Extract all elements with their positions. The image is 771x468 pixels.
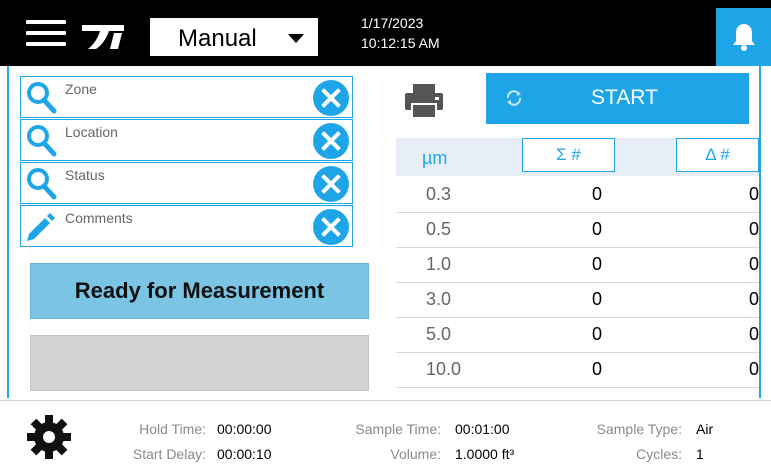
cumulative-count-header[interactable]: Σ # — [522, 138, 615, 172]
ready-label: Ready for Measurement — [74, 278, 325, 303]
date-text: 1/17/2023 — [361, 15, 424, 31]
mode-label: Manual — [178, 25, 257, 52]
volume-value: 1.0000 ft³ — [455, 446, 515, 462]
gear-icon[interactable] — [25, 413, 73, 461]
header-bar: Manual 1/17/2023 10:12:15 AM — [0, 0, 771, 66]
hold-time-label: Hold Time: — [139, 421, 206, 437]
start-delay-value: 00:00:10 — [217, 446, 272, 462]
cycles-value: 1 — [696, 446, 704, 462]
status-placeholder: Status — [65, 167, 105, 183]
table-row: 3.0 0 0 — [396, 283, 759, 318]
delta-cell: 0 — [749, 254, 760, 274]
unit-header: µm — [422, 148, 448, 168]
sample-type-value: Air — [696, 421, 714, 437]
delta-header-label: Δ # — [705, 145, 730, 164]
bell-icon — [733, 24, 755, 51]
pencil-icon — [27, 213, 55, 241]
notifications-button[interactable] — [716, 8, 771, 66]
frame-border-left — [7, 66, 9, 398]
clear-location-button[interactable] — [313, 123, 349, 159]
sum-header-label: Σ # — [556, 145, 581, 164]
table-row: 10.0 0 0 — [396, 353, 759, 388]
clear-zone-button[interactable] — [313, 80, 349, 116]
cycles-label: Cycles: — [636, 446, 682, 462]
size-cell: 10.0 — [426, 359, 462, 379]
clear-comments-button[interactable] — [313, 209, 349, 245]
delta-cell: 0 — [749, 289, 760, 309]
search-icon — [27, 82, 57, 114]
hamburger-menu-icon[interactable] — [26, 20, 66, 46]
delta-cell: 0 — [749, 219, 760, 239]
blank-action-button[interactable] — [30, 335, 369, 391]
sample-type-label: Sample Type: — [596, 421, 682, 437]
time-text: 10:12:15 AM — [361, 35, 440, 51]
search-icon — [27, 168, 57, 200]
table-row: 5.0 0 0 — [396, 318, 759, 353]
comments-field[interactable]: Comments — [20, 205, 353, 247]
delta-cell: 0 — [749, 184, 760, 204]
tsi-logo-icon — [82, 25, 124, 49]
status-field[interactable]: Status — [20, 162, 353, 204]
table-row: 0.3 0 0 — [396, 178, 759, 213]
zone-field[interactable]: Zone — [20, 76, 353, 118]
volume-label: Volume: — [390, 446, 441, 462]
location-field[interactable]: Location — [20, 119, 353, 161]
hold-time-value: 00:00:00 — [217, 421, 272, 437]
sum-cell: 0 — [592, 289, 603, 309]
sum-cell: 0 — [592, 359, 603, 379]
chevron-down-icon — [288, 34, 304, 43]
size-cell: 1.0 — [426, 254, 452, 274]
location-placeholder: Location — [65, 124, 118, 140]
table-row: 0.5 0 0 — [396, 213, 759, 248]
footer-divider — [0, 400, 771, 401]
clear-status-button[interactable] — [313, 166, 349, 202]
size-cell: 0.5 — [426, 219, 452, 239]
sample-time-value: 00:01:00 — [455, 421, 510, 437]
sum-cell: 0 — [592, 219, 603, 239]
size-cell: 0.3 — [426, 184, 452, 204]
differential-count-header[interactable]: Δ # — [676, 138, 759, 172]
sample-time-label: Sample Time: — [355, 421, 441, 437]
delta-cell: 0 — [749, 359, 760, 379]
sum-cell: 0 — [592, 184, 603, 204]
table-header: µm Σ # Δ # — [396, 138, 759, 176]
ready-for-measurement-button[interactable]: Ready for Measurement — [30, 263, 369, 319]
start-delay-label: Start Delay: — [132, 446, 206, 462]
frame-border-right — [759, 66, 761, 398]
sum-cell: 0 — [592, 254, 603, 274]
datetime-display: 1/17/2023 10:12:15 AM — [361, 13, 440, 53]
delta-cell: 0 — [749, 324, 760, 344]
mode-dropdown[interactable]: Manual — [148, 16, 320, 58]
size-cell: 3.0 — [426, 289, 452, 309]
refresh-icon — [506, 90, 522, 106]
app-window: Manual 1/17/2023 10:12:15 AM Zone Locati — [0, 0, 771, 468]
size-cell: 5.0 — [426, 324, 452, 344]
comments-placeholder: Comments — [65, 210, 133, 226]
search-icon — [27, 125, 57, 157]
sum-cell: 0 — [592, 324, 603, 344]
zone-placeholder: Zone — [65, 81, 97, 97]
table-row: 1.0 0 0 — [396, 248, 759, 283]
start-button[interactable]: START — [486, 73, 749, 124]
start-label: START — [591, 86, 658, 109]
printer-icon[interactable] — [403, 82, 445, 120]
